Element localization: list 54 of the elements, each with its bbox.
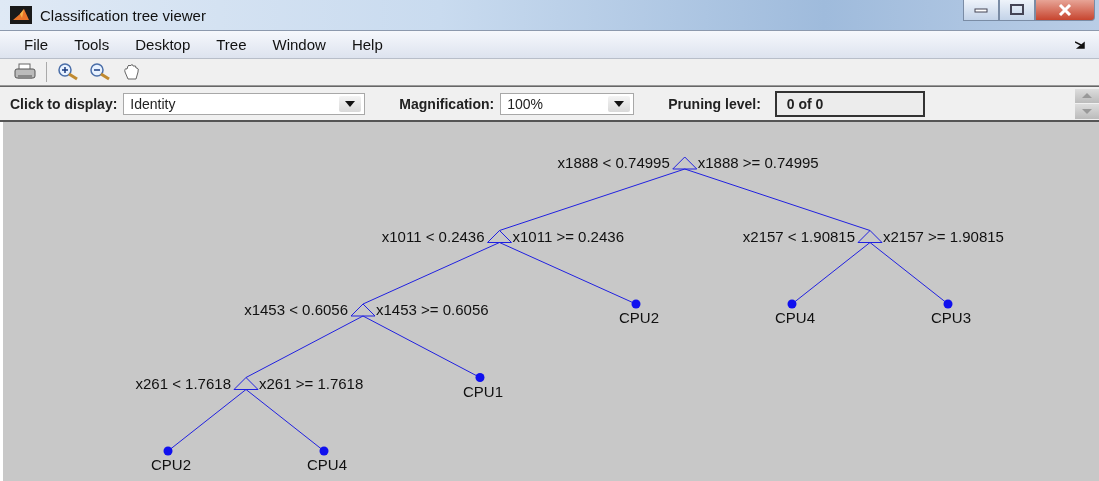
pruning-label: Pruning level: [668,95,761,112]
caret-icon [614,100,625,107]
print-icon[interactable] [14,63,36,81]
dock-arrow-icon[interactable] [1075,40,1085,49]
branch-node-icon[interactable] [487,230,512,243]
split-rule: x1453 >= 0.6056 [376,301,489,318]
menu-item[interactable]: Window [259,36,339,53]
menu-item[interactable]: Tools [61,36,123,53]
branch-node-icon[interactable] [672,156,698,170]
zoom-out-icon[interactable] [89,63,111,81]
maximize-icon [1010,4,1024,16]
display-dropdown[interactable]: Identity [123,92,366,115]
split-rule: x261 >= 1.7618 [259,374,364,392]
split-rule: x1888 >= 0.74995 [697,154,819,171]
leaf-label: CPU2 [151,456,191,473]
close-button[interactable] [1035,0,1095,21]
branch-node-icon[interactable] [233,377,259,390]
window-title: Classification tree viewer [40,6,207,24]
split-rule: x261 < 1.7618 [135,374,231,392]
branch-node-icon[interactable] [857,230,883,243]
leaf-label: CPU4 [307,456,347,473]
menu-item[interactable]: File [10,36,62,53]
menu-item[interactable]: Help [338,36,396,53]
up-arrow-icon [1082,93,1092,99]
menu-item[interactable]: Desktop [122,36,204,53]
display-label: Click to display: [10,95,118,112]
app-logo-icon [10,6,32,24]
minimize-icon [974,7,988,13]
pruning-field[interactable]: 0 of 0 [774,90,925,117]
caret-icon [345,100,356,107]
split-rule: x1011 < 0.2436 [381,227,485,245]
leaf-node-icon[interactable] [319,446,329,456]
leaf-label: CPU3 [931,309,971,326]
split-rule: x1888 < 0.74995 [557,154,670,171]
split-rule: x2157 >= 1.90815 [883,227,1004,245]
leaf-label: CPU2 [619,309,659,326]
leaf-node-icon[interactable] [631,299,641,309]
leaf-node-icon[interactable] [787,299,797,309]
menu-item[interactable]: Tree [203,36,260,53]
down-arrow-icon [1082,108,1092,114]
leaf-label: CPU1 [463,382,503,400]
magnification-label: Magnification: [399,95,495,112]
maximize-button[interactable] [999,0,1035,21]
split-rule: x1011 >= 0.2436 [512,227,624,245]
leaf-node-icon[interactable] [943,299,953,309]
magnification-dropdown[interactable]: 100% [500,92,635,115]
leaf-label: CPU4 [775,309,815,326]
leaf-node-icon[interactable] [163,446,173,456]
split-rule: x2157 < 1.90815 [742,227,855,245]
close-icon [1058,4,1072,16]
zoom-in-icon[interactable] [57,63,79,81]
branch-node-icon[interactable] [350,303,376,317]
split-rule: x1453 < 0.6056 [244,301,348,318]
leaf-node-icon[interactable] [475,373,485,382]
